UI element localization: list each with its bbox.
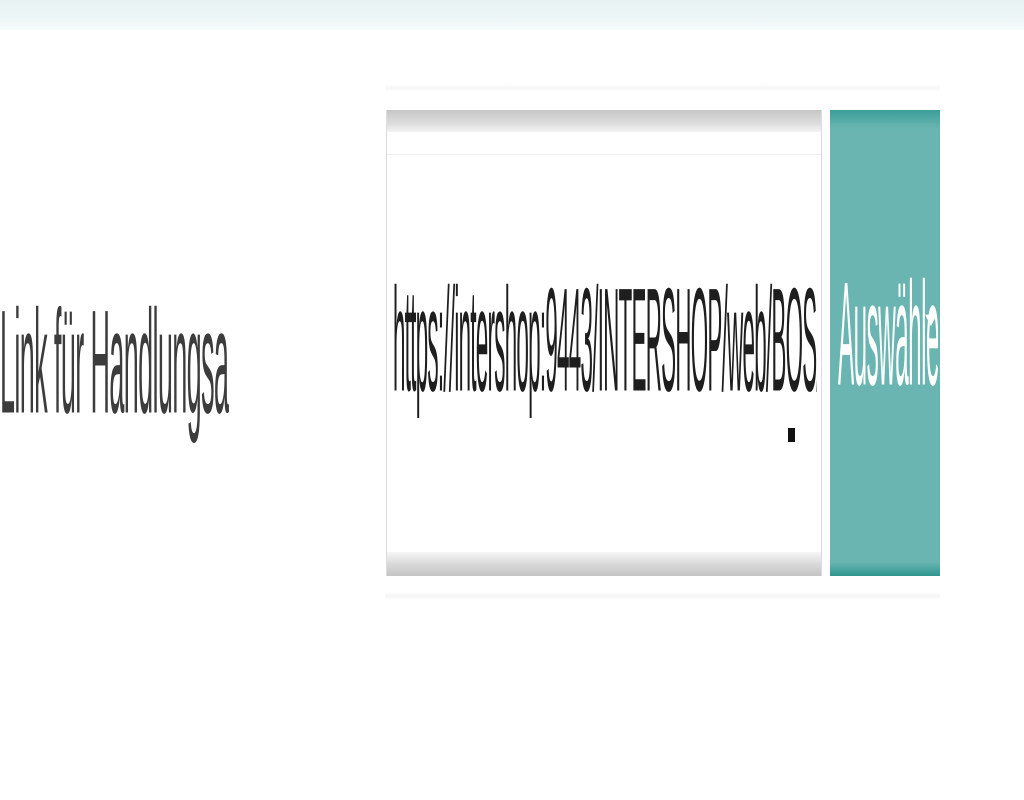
url-input-value[interactable]: https://intershop:9443/INTERSHOP/web/BOS…: [393, 268, 817, 418]
select-button[interactable]: Auswählen ▼: [830, 110, 940, 576]
field-label-text: Link für Handlungsaufforderung:: [0, 290, 230, 445]
url-input-text: https://intershop:9443/INTERSHOP/web/BOS…: [393, 268, 817, 418]
row-divider-top: [385, 84, 940, 92]
page: Link für Handlungsaufforderung: https://…: [0, 0, 1024, 800]
url-input[interactable]: https://intershop:9443/INTERSHOP/web/BOS…: [386, 110, 822, 576]
select-button-text: Auswählen: [838, 262, 938, 422]
field-label: Link für Handlungsaufforderung:: [0, 290, 230, 450]
top-strip: [0, 0, 1024, 30]
row-divider-bottom: [385, 592, 940, 600]
input-inner-line: [387, 154, 821, 155]
select-button-label: Auswählen: [838, 262, 938, 417]
chevron-down-icon: ▼: [921, 309, 940, 331]
text-cursor: [788, 428, 795, 442]
